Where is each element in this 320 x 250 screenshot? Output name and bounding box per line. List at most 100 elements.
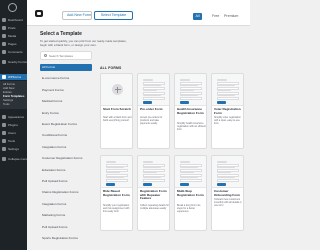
template-card[interactable]: Health Insurance Registration Form Simpli…	[174, 73, 207, 149]
template-description: Simplify your registration and ride assi…	[103, 204, 130, 214]
template-title: Health Insurance Registration Form	[177, 107, 204, 115]
template-thumbnail	[212, 74, 243, 106]
template-thumbnail	[101, 74, 132, 106]
category-label: Education Forms	[42, 167, 66, 172]
menu-pages[interactable]: Pages	[0, 41, 27, 47]
template-thumbnail	[101, 156, 132, 188]
category-label: Conditional Forms	[42, 133, 68, 138]
form-field-preview	[217, 179, 239, 182]
form-field-preview	[217, 92, 239, 95]
template-card[interactable]: Multi-Step Registration Form Break a long…	[174, 155, 207, 231]
form-field-preview	[180, 97, 202, 100]
category-label: Event Registration Forms	[42, 122, 77, 126]
category-item[interactable]: Medical Forms	[40, 98, 92, 105]
category-item[interactable]: Education Forms	[40, 167, 92, 174]
tab-all[interactable]: All	[193, 13, 202, 20]
submenu-tools[interactable]: Tools	[3, 102, 26, 107]
category-label: Poll Upload Forms	[42, 179, 68, 183]
category-item[interactable]: Entry Forms	[40, 110, 92, 117]
template-title: Start From Scratch	[103, 107, 131, 111]
collapse-icon	[2, 157, 6, 161]
category-label: Sports Registration Forms	[42, 236, 78, 240]
search-input[interactable]	[49, 53, 89, 59]
template-thumbnail	[212, 156, 243, 188]
category-label: Customer Registration Forms	[42, 156, 83, 161]
category-label: Entry Forms	[42, 110, 59, 115]
form-field-preview	[106, 179, 128, 182]
menu-comments[interactable]: Comments	[0, 49, 27, 55]
form-field-preview	[180, 82, 202, 85]
form-field-preview	[106, 164, 128, 167]
form-field-preview	[180, 174, 202, 177]
menu-media[interactable]: Media	[0, 33, 27, 39]
category-item[interactable]: Payment Forms	[40, 87, 92, 94]
category-item[interactable]: Integration Forms	[40, 144, 92, 151]
category-item[interactable]: Marketing Forms	[40, 212, 92, 219]
template-description: Simplify health insurance registration w…	[177, 122, 206, 132]
menu-dashboard[interactable]: Dashboard	[0, 17, 27, 23]
category-label: Medical Forms	[42, 99, 63, 104]
template-card[interactable]: Registration Form with Repeater Feature C…	[137, 155, 170, 231]
form-field-preview	[217, 169, 239, 172]
form-field-preview	[143, 92, 165, 95]
menu-wpforms[interactable]: WPForms	[0, 74, 27, 80]
template-card[interactable]: Ride Based Registration Form Simplify you…	[100, 155, 133, 231]
category-item[interactable]: Integration Forms	[40, 201, 92, 208]
form-submit-preview	[217, 183, 226, 186]
category-item[interactable]: Customer Registration Forms	[40, 155, 92, 162]
select-template-button[interactable]: Select Template	[94, 11, 133, 20]
template-card[interactable]: Pre-order Form Accept pre-orders for prod…	[137, 73, 170, 149]
form-field-preview	[143, 97, 165, 100]
menu-settings[interactable]: Settings	[0, 146, 27, 152]
category-item[interactable]: Conditional Forms	[40, 132, 92, 139]
menu-collapse[interactable]: Collapse menu	[0, 156, 27, 162]
builder-topbar: Add New Form Select Template All Free Pr…	[27, 0, 250, 26]
tab-free[interactable]: Free	[212, 13, 219, 20]
form-field-preview	[143, 179, 165, 182]
category-item[interactable]: Poll Upload Forms	[40, 224, 92, 231]
form-field-preview	[143, 174, 165, 177]
add-new-form-button[interactable]: Add New Form	[62, 11, 92, 20]
category-item[interactable]: Sports Registration Forms	[40, 235, 92, 242]
wordpress-logo-icon[interactable]	[8, 3, 17, 12]
settings-icon	[2, 147, 6, 151]
menu-users[interactable]: Users	[0, 130, 27, 136]
users-icon	[2, 131, 6, 135]
menu-gravity-forms[interactable]: Gravity Forms	[0, 59, 27, 65]
template-title: Pre-order Form	[140, 107, 163, 111]
category-label: Claims Registration Forms	[42, 190, 79, 195]
form-field-preview	[180, 164, 202, 167]
template-title: Registration Form with Repeater Feature	[140, 189, 167, 201]
tab-premium[interactable]: Premium	[224, 13, 238, 20]
category-item[interactable]: Event Registration Forms	[40, 121, 92, 128]
template-title: Multi-Step Registration Form	[177, 189, 204, 197]
form-field-preview	[217, 97, 239, 100]
forms-icon	[2, 60, 6, 64]
form-submit-preview	[143, 183, 152, 186]
template-description: Collect repeating details for multiple a…	[140, 204, 169, 211]
admin-sidebar: Dashboard Posts Media Pages Comments Gra…	[0, 0, 27, 250]
form-field-preview	[217, 174, 239, 177]
menu-plugins[interactable]: Plugins	[0, 122, 27, 128]
wpforms-icon	[2, 75, 6, 79]
form-field-preview	[143, 82, 165, 85]
template-card[interactable]: Voter Registration Form Simplify voter re…	[211, 73, 244, 149]
template-card[interactable]: Start From Scratch Start with a blank for…	[100, 73, 133, 149]
template-card[interactable]: Customer Onboarding Form Onboard new cust…	[211, 155, 244, 231]
category-item[interactable]: All Forms	[40, 64, 92, 71]
form-line	[217, 161, 227, 163]
form-submit-preview	[106, 183, 115, 186]
category-label: Poll Upload Forms	[42, 224, 68, 229]
form-line	[180, 79, 190, 81]
dashboard-icon	[2, 18, 6, 22]
form-line	[106, 161, 116, 163]
tools-icon	[2, 139, 6, 143]
template-thumbnail	[138, 156, 169, 188]
menu-tools[interactable]: Tools	[0, 138, 27, 144]
category-item[interactable]: Poll Upload Forms	[40, 178, 92, 185]
category-item[interactable]: Claims Registration Forms	[40, 189, 92, 196]
menu-appearance[interactable]: Appearance	[0, 114, 27, 120]
category-item[interactable]: E-commerce Forms	[40, 75, 92, 82]
menu-posts[interactable]: Posts	[0, 25, 27, 31]
category-label: All Forms	[42, 65, 56, 69]
